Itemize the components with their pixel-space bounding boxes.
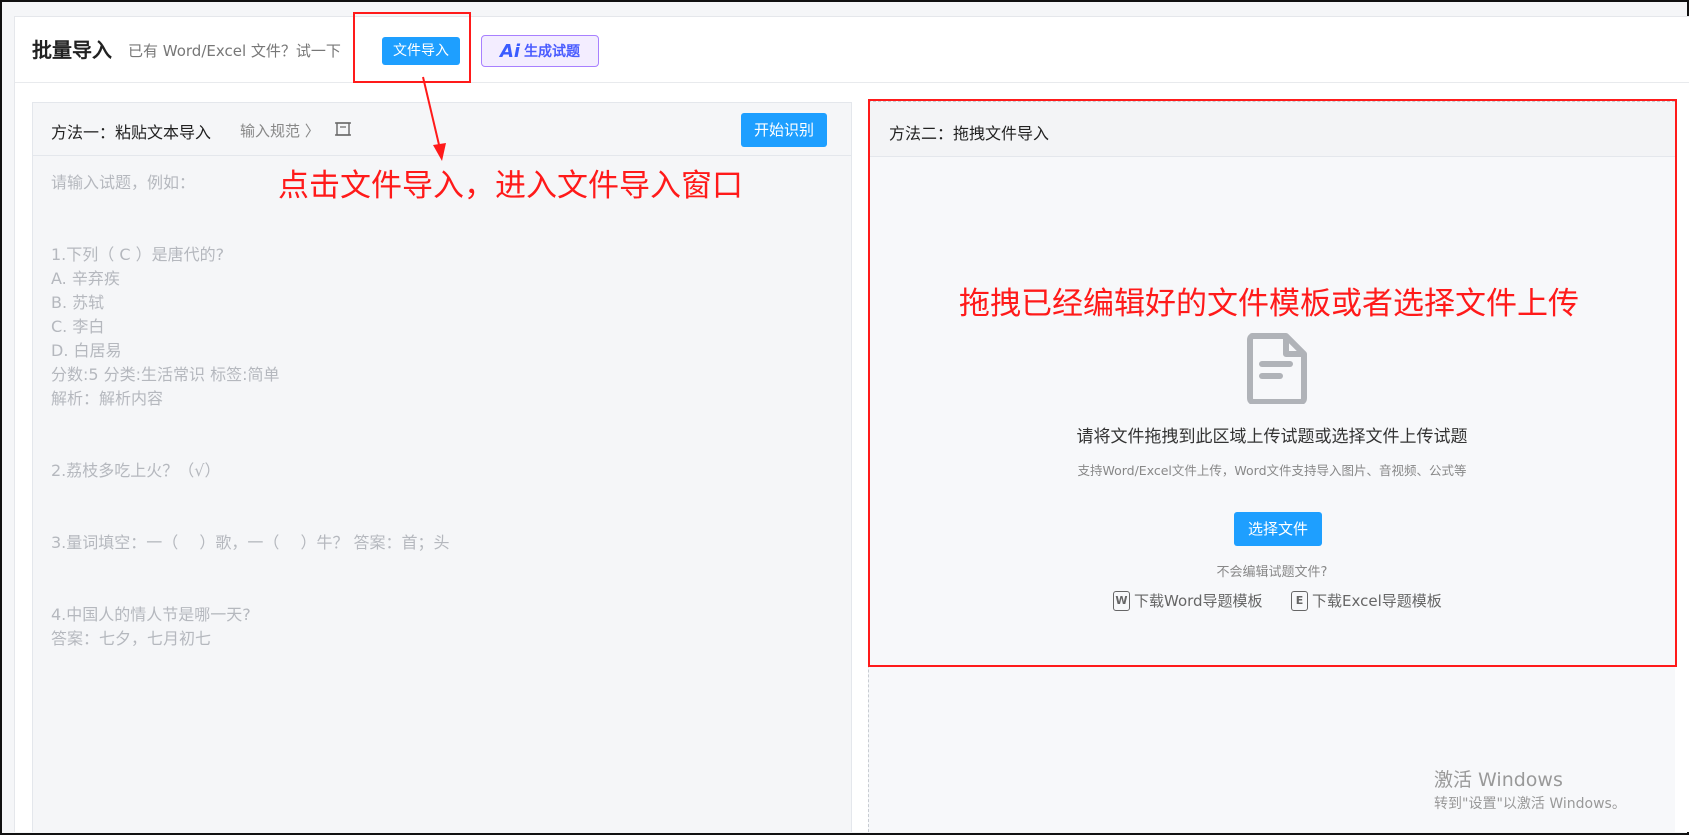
download-excel-template-link[interactable]: E 下载Excel导题模板 xyxy=(1291,590,1442,611)
excel-template-label: 下载Excel导题模板 xyxy=(1312,592,1442,610)
sample-line: 3.量词填空：一（ ）歌，一（ ）牛？ 答案：首；头 xyxy=(51,533,450,552)
sample-line xyxy=(51,507,811,531)
sample-line: 分数:5 分类:生活常识 标签:简单 xyxy=(51,365,280,384)
sample-line xyxy=(51,219,811,243)
sample-line xyxy=(51,579,811,603)
drag-hint-annotation: 拖拽已经编辑好的文件模板或者选择文件上传 xyxy=(959,286,1579,322)
paste-textarea[interactable]: 请输入试题，例如： 1.下列（ C ）是唐代的? A. 辛弃疾 B. 苏轼 C. 李白 D… xyxy=(51,171,811,651)
paste-panel-title: 方法一：粘贴文本导入 xyxy=(51,123,212,142)
header-hint: 已有 Word/Excel 文件？试一下 xyxy=(128,42,341,60)
document-icon xyxy=(1247,333,1307,404)
sample-line: D. 白居易 xyxy=(51,341,122,360)
sample-line xyxy=(51,435,811,459)
ai-logo-icon: Ai xyxy=(499,40,521,62)
sample-line: A. 辛弃疾 xyxy=(51,269,120,288)
sample-line: 解析：解析内容 xyxy=(51,389,164,408)
input-spec-link[interactable]: 输入规范 〉 xyxy=(240,120,320,141)
excel-icon: E xyxy=(1291,590,1308,611)
page-header: 批量导入 已有 Word/Excel 文件？试一下 文件导入 Ai 生成试题 xyxy=(15,17,1689,83)
file-import-button[interactable]: 文件导入 xyxy=(382,37,460,65)
sample-line xyxy=(51,411,811,435)
sample-line: 1.下列（ C ）是唐代的? xyxy=(51,245,225,264)
sample-line: C. 李白 xyxy=(51,317,105,336)
drag-panel-header: 方法二：拖拽文件导入 xyxy=(869,102,1675,157)
download-word-template-link[interactable]: W 下载Word导题模板 xyxy=(1113,590,1263,611)
choose-file-button[interactable]: 选择文件 xyxy=(1234,512,1322,546)
sample-line: B. 苏轼 xyxy=(51,293,105,312)
drag-import-panel[interactable]: 方法二：拖拽文件导入 请将文件拖拽到此区域上传试题或选择文件上传试题 支持Wor… xyxy=(868,101,1675,832)
sample-line: 2.荔枝多吃上火？（√） xyxy=(51,461,221,480)
sample-line: 答案：七夕，七月初七 xyxy=(51,629,212,648)
page-title: 批量导入 xyxy=(32,38,112,62)
drag-panel-title: 方法二：拖拽文件导入 xyxy=(889,124,1050,143)
annotation-arrow xyxy=(422,76,446,161)
ai-generate-button[interactable]: Ai 生成试题 xyxy=(481,35,599,67)
paste-import-panel: 方法一：粘贴文本导入 输入规范 〉 开始识别 请输入试题，例如： 1.下列（ C … xyxy=(32,102,852,832)
word-icon: W xyxy=(1113,590,1130,611)
click-hint-annotation: 点击文件导入，进入文件导入窗口 xyxy=(278,168,743,204)
ai-generate-label: 生成试题 xyxy=(524,44,581,60)
help-text: 不会编辑试题文件? xyxy=(1216,565,1328,580)
word-template-label: 下载Word导题模板 xyxy=(1134,592,1263,610)
support-text: 支持Word/Excel文件上传，Word文件支持导入图片、音视频、公式等 xyxy=(1077,463,1467,478)
sample-line xyxy=(51,555,811,579)
start-recognition-button[interactable]: 开始识别 xyxy=(741,113,827,147)
sample-line xyxy=(51,483,811,507)
windows-activation-subtitle: 转到"设置"以激活 Windows。 xyxy=(1434,796,1626,812)
sample-line: 4.中国人的情人节是哪一天? xyxy=(51,605,251,624)
format-icon[interactable] xyxy=(333,119,353,144)
drop-instruction: 请将文件拖拽到此区域上传试题或选择文件上传试题 xyxy=(1076,427,1468,447)
windows-activation-title: 激活 Windows xyxy=(1434,769,1563,791)
